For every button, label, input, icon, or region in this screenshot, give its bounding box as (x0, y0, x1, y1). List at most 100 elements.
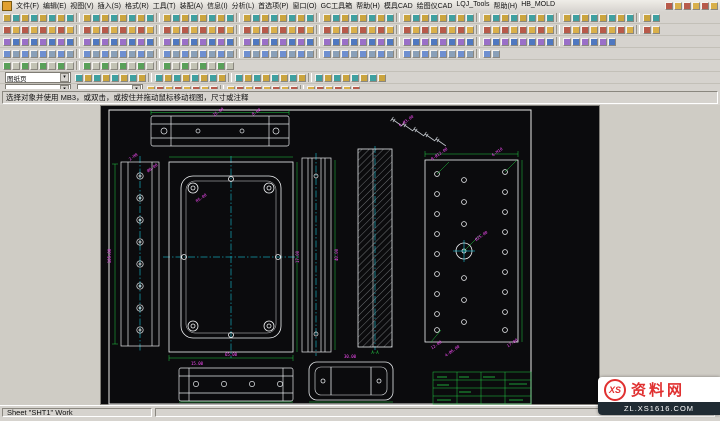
toolbar-icon[interactable] (430, 26, 438, 34)
toolbar-icon[interactable] (288, 38, 296, 46)
toolbar-icon[interactable] (466, 14, 474, 22)
toolbar-icon[interactable] (683, 2, 691, 10)
toolbar-icon[interactable] (83, 62, 91, 70)
toolbar-icon[interactable] (39, 26, 47, 34)
toolbar-icon[interactable] (146, 26, 154, 34)
toolbar-icon[interactable] (297, 50, 305, 58)
toolbar-icon[interactable] (137, 38, 145, 46)
toolbar-icon[interactable] (608, 26, 616, 34)
toolbar-icon[interactable] (368, 38, 376, 46)
toolbar-icon[interactable] (332, 14, 340, 22)
toolbar-icon[interactable] (30, 50, 38, 58)
toolbar-icon[interactable] (48, 50, 56, 58)
toolbar-icon[interactable] (30, 14, 38, 22)
toolbar-icon[interactable] (199, 62, 207, 70)
toolbar-icon[interactable] (226, 26, 234, 34)
toolbar-icon[interactable] (439, 38, 447, 46)
toolbar-icon[interactable] (492, 14, 500, 22)
toolbar-icon[interactable] (128, 50, 136, 58)
toolbar-icon[interactable] (323, 26, 331, 34)
toolbar-icon[interactable] (243, 50, 251, 58)
toolbar-icon[interactable] (674, 2, 682, 10)
toolbar-icon[interactable] (208, 50, 216, 58)
toolbar-icon[interactable] (537, 26, 545, 34)
toolbar-icon[interactable] (359, 26, 367, 34)
toolbar-icon[interactable] (270, 14, 278, 22)
toolbar-icon[interactable] (172, 14, 180, 22)
toolbar-icon[interactable] (261, 14, 269, 22)
toolbar-icon[interactable] (217, 14, 225, 22)
toolbar-icon[interactable] (403, 50, 411, 58)
toolbar-icon[interactable] (350, 26, 358, 34)
toolbar-icon[interactable] (243, 26, 251, 34)
toolbar-icon[interactable] (439, 50, 447, 58)
toolbar-icon[interactable] (199, 26, 207, 34)
toolbar-icon[interactable] (341, 14, 349, 22)
toolbar-icon[interactable] (101, 38, 109, 46)
toolbar-icon[interactable] (217, 38, 225, 46)
toolbar-icon[interactable] (57, 62, 65, 70)
toolbar-icon[interactable] (226, 38, 234, 46)
toolbar-icon[interactable] (30, 38, 38, 46)
toolbar-icon[interactable] (217, 50, 225, 58)
toolbar-icon[interactable] (119, 50, 127, 58)
toolbar-icon[interactable] (421, 26, 429, 34)
toolbar-icon[interactable] (599, 26, 607, 34)
toolbar-icon[interactable] (572, 14, 580, 22)
toolbar-icon[interactable] (466, 38, 474, 46)
toolbar-icon[interactable] (48, 38, 56, 46)
toolbar-icon[interactable] (137, 26, 145, 34)
toolbar-icon[interactable] (315, 74, 323, 82)
toolbar-icon[interactable] (599, 38, 607, 46)
menu-item[interactable]: 模具CAD (382, 1, 415, 11)
toolbar-icon[interactable] (377, 50, 385, 58)
toolbar-icon[interactable] (3, 50, 11, 58)
toolbar-icon[interactable] (102, 74, 110, 82)
toolbar-icon[interactable] (528, 38, 536, 46)
toolbar-icon[interactable] (48, 26, 56, 34)
toolbar-icon[interactable] (137, 62, 145, 70)
toolbar-icon[interactable] (21, 14, 29, 22)
toolbar-icon[interactable] (617, 14, 625, 22)
toolbar-icon[interactable] (378, 74, 386, 82)
toolbar-icon[interactable] (403, 14, 411, 22)
toolbar-icon[interactable] (12, 26, 20, 34)
toolbar-icon[interactable] (270, 38, 278, 46)
toolbar-icon[interactable] (377, 14, 385, 22)
toolbar-icon[interactable] (110, 50, 118, 58)
menu-item[interactable]: HB_MOLD (519, 1, 557, 11)
menu-item[interactable]: 格式(R) (123, 1, 151, 11)
toolbar-icon[interactable] (57, 38, 65, 46)
toolbar-icon[interactable] (261, 26, 269, 34)
toolbar-icon[interactable] (492, 38, 500, 46)
menu-item[interactable]: 分析(L) (230, 1, 257, 11)
toolbar-icon[interactable] (101, 26, 109, 34)
menu-item[interactable]: LQJ_Tools (454, 1, 491, 11)
toolbar-icon[interactable] (200, 74, 208, 82)
toolbar-icon[interactable] (483, 26, 491, 34)
menu-item[interactable]: 编辑(E) (41, 1, 68, 11)
toolbar-icon[interactable] (252, 26, 260, 34)
toolbar-icon[interactable] (466, 26, 474, 34)
toolbar-icon[interactable] (448, 50, 456, 58)
toolbar-icon[interactable] (279, 14, 287, 22)
toolbar-icon[interactable] (83, 26, 91, 34)
toolbar-icon[interactable] (172, 38, 180, 46)
toolbar-icon[interactable] (306, 38, 314, 46)
toolbar-icon[interactable] (608, 14, 616, 22)
toolbar-icon[interactable] (519, 38, 527, 46)
toolbar-icon[interactable] (182, 74, 190, 82)
toolbar-icon[interactable] (466, 50, 474, 58)
toolbar-icon[interactable] (181, 26, 189, 34)
toolbar-icon[interactable] (83, 50, 91, 58)
toolbar-icon[interactable] (218, 74, 226, 82)
toolbar-icon[interactable] (48, 62, 56, 70)
toolbar-icon[interactable] (12, 14, 20, 22)
toolbar-icon[interactable] (12, 62, 20, 70)
toolbar-icon[interactable] (173, 74, 181, 82)
toolbar-icon[interactable] (288, 50, 296, 58)
toolbar-icon[interactable] (439, 26, 447, 34)
toolbar-icon[interactable] (412, 50, 420, 58)
toolbar-icon[interactable] (172, 26, 180, 34)
toolbar-icon[interactable] (403, 26, 411, 34)
